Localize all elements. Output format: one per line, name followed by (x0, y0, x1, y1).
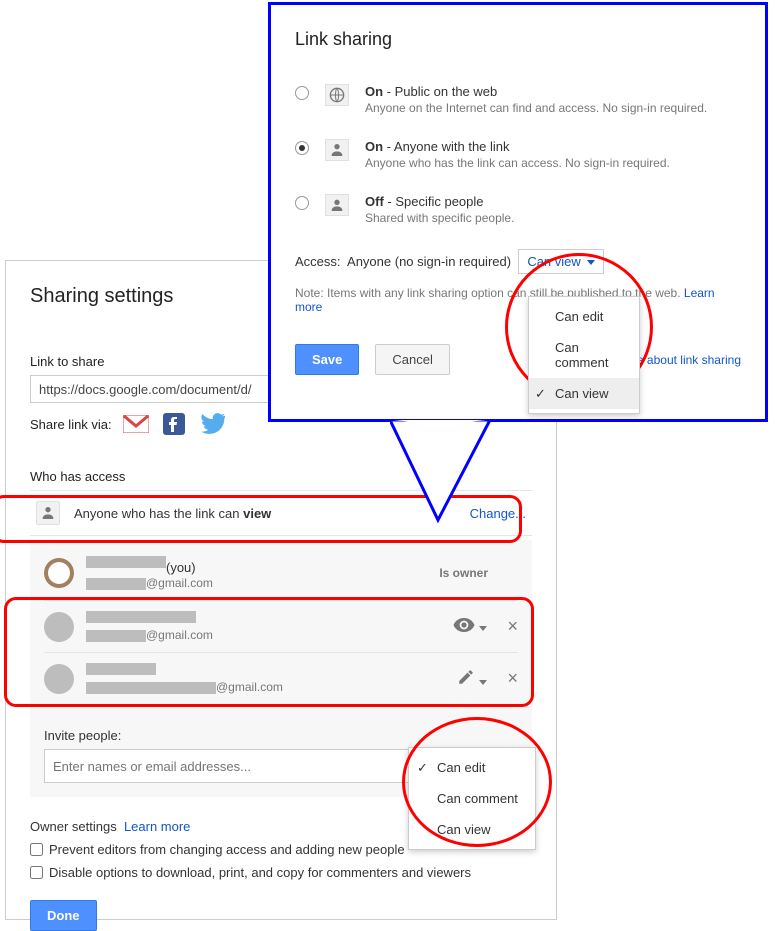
link-access-summary-prefix: Anyone who has the link can (74, 506, 243, 521)
link-access-summary-perm: view (243, 506, 271, 521)
perm-menu-label: Can view (555, 386, 608, 401)
invite-menu-can-view[interactable]: Can view (409, 814, 535, 845)
link-person-icon (325, 139, 349, 161)
check-icon: ✓ (535, 386, 546, 402)
radio-icon[interactable] (295, 141, 309, 155)
access-who: Anyone (no sign-in required) (347, 254, 511, 269)
avatar (44, 558, 74, 588)
option-label-bold: Off (365, 194, 384, 209)
disable-download-checkbox-row[interactable]: Disable options to download, print, and … (30, 865, 532, 880)
perm-menu-can-edit[interactable]: Can edit (529, 301, 639, 332)
who-has-access-label: Who has access (30, 469, 532, 484)
people-with-access-list: (you) @gmail.com Is owner @gmail.com × (30, 540, 532, 716)
perm-menu-label: Can edit (555, 309, 603, 324)
option-sub: Anyone who has the link can access. No s… (365, 156, 670, 170)
prevent-editors-label: Prevent editors from changing access and… (49, 842, 405, 857)
disable-download-checkbox[interactable] (30, 866, 43, 879)
access-permission-menu: Can edit Can comment ✓ Can view (528, 296, 640, 414)
option-sub: Anyone on the Internet can find and acce… (365, 101, 707, 115)
link-sharing-note: Note: Items with any link sharing option… (295, 286, 741, 314)
perm-menu-can-view[interactable]: ✓ Can view (529, 378, 639, 409)
person-icon (325, 194, 349, 216)
remove-person-button[interactable]: × (507, 616, 518, 637)
permission-dropdown-edit[interactable] (457, 668, 487, 689)
editor-email-suffix: @gmail.com (216, 680, 283, 694)
cancel-button[interactable]: Cancel (375, 344, 449, 375)
gmail-icon[interactable] (122, 413, 150, 435)
access-label: Access: (295, 254, 341, 269)
option-label-rest: - Public on the web (383, 84, 497, 99)
avatar (44, 664, 74, 694)
radio-icon[interactable] (295, 86, 309, 100)
share-link-via-label: Share link via: (30, 417, 112, 432)
invite-menu-label: Can view (437, 822, 490, 837)
invite-permission-menu: ✓ Can edit Can comment Can view (408, 747, 536, 850)
chevron-down-icon (587, 260, 595, 265)
invite-menu-can-comment[interactable]: Can comment (409, 783, 535, 814)
save-button[interactable]: Save (295, 344, 359, 375)
link-access-summary: Anyone who has the link can view (74, 506, 456, 521)
link-option-specific-people[interactable]: Off - Specific people Shared with specif… (295, 194, 741, 225)
perm-menu-can-comment[interactable]: Can comment (529, 332, 639, 378)
prevent-editors-checkbox[interactable] (30, 843, 43, 856)
twitter-icon[interactable] (198, 413, 226, 435)
invite-menu-label: Can comment (437, 791, 518, 806)
link-person-icon (36, 501, 60, 525)
viewer-email-suffix: @gmail.com (146, 628, 213, 642)
invite-people-input[interactable] (44, 749, 464, 783)
option-label-rest: - Specific people (384, 194, 484, 209)
link-option-anyone-with-link[interactable]: On - Anyone with the link Anyone who has… (295, 139, 741, 170)
link-option-public[interactable]: On - Public on the web Anyone on the Int… (295, 84, 741, 115)
change-link-access[interactable]: Change... (470, 506, 526, 521)
option-label-bold: On (365, 139, 383, 154)
option-label-bold: On (365, 84, 383, 99)
check-icon: ✓ (417, 760, 428, 776)
people-row-editor: @gmail.com × (44, 653, 518, 704)
owner-settings-learn-more[interactable]: Learn more (124, 819, 190, 834)
radio-icon[interactable] (295, 196, 309, 210)
access-permission-label: Can view (527, 254, 580, 269)
owner-role-label: Is owner (439, 566, 488, 580)
invite-menu-label: Can edit (437, 760, 485, 775)
disable-download-label: Disable options to download, print, and … (49, 865, 471, 880)
done-button[interactable]: Done (30, 900, 97, 931)
option-sub: Shared with specific people. (365, 211, 514, 225)
access-permission-select[interactable]: Can view (518, 249, 603, 274)
avatar (44, 612, 74, 642)
facebook-icon[interactable] (160, 413, 188, 435)
remove-person-button[interactable]: × (507, 668, 518, 689)
link-sharing-title: Link sharing (295, 29, 741, 50)
perm-menu-label: Can comment (555, 340, 608, 370)
link-access-row: Anyone who has the link can view Change.… (30, 490, 532, 536)
people-row-viewer: @gmail.com × (44, 601, 518, 653)
option-label-rest: - Anyone with the link (383, 139, 509, 154)
invite-people-label: Invite people: (44, 728, 518, 743)
owner-email-suffix: @gmail.com (146, 576, 213, 590)
invite-menu-can-edit[interactable]: ✓ Can edit (409, 752, 535, 783)
access-line: Access: Anyone (no sign-in required) Can… (295, 249, 741, 274)
link-sharing-popout: Link sharing On - Public on the web Anyo… (268, 2, 768, 422)
people-row-owner: (you) @gmail.com Is owner (44, 546, 518, 601)
owner-settings-label: Owner settings (30, 819, 117, 834)
owner-you-suffix: (you) (166, 560, 196, 575)
permission-dropdown-view[interactable] (453, 618, 487, 635)
globe-icon (325, 84, 349, 106)
